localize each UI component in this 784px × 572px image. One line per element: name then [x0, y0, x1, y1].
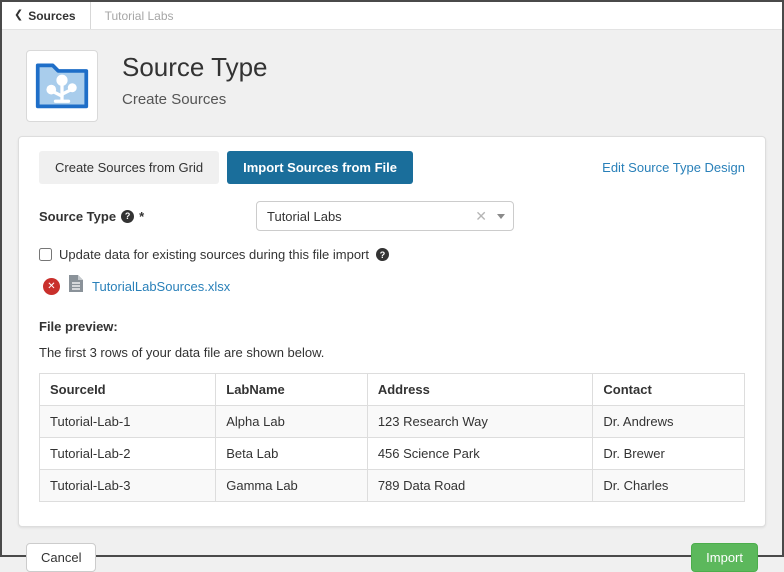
- table-row: Tutorial-Lab-1Alpha Lab123 Research WayD…: [40, 406, 745, 438]
- table-cell: Dr. Charles: [593, 470, 745, 502]
- tab-create-sources-from-grid[interactable]: Create Sources from Grid: [39, 151, 219, 184]
- breadcrumb: ❮ Sources Tutorial Labs: [2, 2, 782, 30]
- source-type-field-label: Source Type ? *: [39, 209, 256, 224]
- source-type-label-text: Source Type: [39, 209, 116, 224]
- tab-import-sources-from-file[interactable]: Import Sources from File: [227, 151, 413, 184]
- page-header: Source Type Create Sources: [18, 30, 766, 136]
- update-existing-sources-checkbox[interactable]: [39, 248, 52, 261]
- required-marker: *: [139, 209, 144, 224]
- tab-group: Create Sources from Grid Import Sources …: [39, 151, 413, 184]
- table-header-row: SourceIdLabNameAddressContact: [40, 374, 745, 406]
- chevron-left-icon: ❮: [14, 10, 23, 21]
- column-header: LabName: [216, 374, 368, 406]
- table-row: Tutorial-Lab-2Beta Lab456 Science ParkDr…: [40, 438, 745, 470]
- remove-file-icon[interactable]: ✕: [43, 278, 60, 295]
- import-button[interactable]: Import: [691, 543, 758, 572]
- cancel-button[interactable]: Cancel: [26, 543, 96, 572]
- clear-selection-icon[interactable]: ✕: [475, 209, 487, 223]
- table-cell: Tutorial-Lab-3: [40, 470, 216, 502]
- column-header: Address: [367, 374, 593, 406]
- table-cell: Alpha Lab: [216, 406, 368, 438]
- sources-folder-icon: [32, 56, 92, 117]
- file-preview-description: The first 3 rows of your data file are s…: [39, 345, 745, 360]
- update-existing-sources-label: Update data for existing sources during …: [59, 247, 369, 262]
- table-cell: Dr. Andrews: [593, 406, 745, 438]
- table-cell: Beta Lab: [216, 438, 368, 470]
- column-header: SourceId: [40, 374, 216, 406]
- back-label: Sources: [28, 9, 75, 23]
- table-cell: Gamma Lab: [216, 470, 368, 502]
- table-cell: 456 Science Park: [367, 438, 593, 470]
- table-cell: 789 Data Road: [367, 470, 593, 502]
- table-cell: Tutorial-Lab-2: [40, 438, 216, 470]
- create-sources-panel: Create Sources from Grid Import Sources …: [18, 136, 766, 527]
- file-preview-heading: File preview:: [39, 319, 745, 334]
- source-type-selected-value: Tutorial Labs: [267, 209, 342, 224]
- table-cell: 123 Research Way: [367, 406, 593, 438]
- breadcrumb-current: Tutorial Labs: [91, 2, 188, 29]
- table-row: Tutorial-Lab-3Gamma Lab789 Data RoadDr. …: [40, 470, 745, 502]
- chevron-down-icon[interactable]: [497, 214, 505, 219]
- source-type-select[interactable]: Tutorial Labs ✕: [256, 201, 514, 231]
- column-header: Contact: [593, 374, 745, 406]
- help-icon[interactable]: ?: [121, 210, 134, 223]
- file-preview-table: SourceIdLabNameAddressContact Tutorial-L…: [39, 373, 745, 502]
- file-icon: [69, 275, 83, 297]
- table-cell: Dr. Brewer: [593, 438, 745, 470]
- table-cell: Tutorial-Lab-1: [40, 406, 216, 438]
- page-subtitle: Create Sources: [122, 91, 268, 108]
- edit-source-type-design-link[interactable]: Edit Source Type Design: [602, 160, 745, 175]
- help-icon[interactable]: ?: [376, 248, 389, 261]
- uploaded-file-link[interactable]: TutorialLabSources.xlsx: [92, 279, 230, 294]
- source-type-icon-card: [26, 50, 98, 122]
- page-title: Source Type: [122, 52, 268, 83]
- back-to-sources-button[interactable]: ❮ Sources: [2, 2, 90, 29]
- footer-actions: Cancel Import: [18, 543, 766, 572]
